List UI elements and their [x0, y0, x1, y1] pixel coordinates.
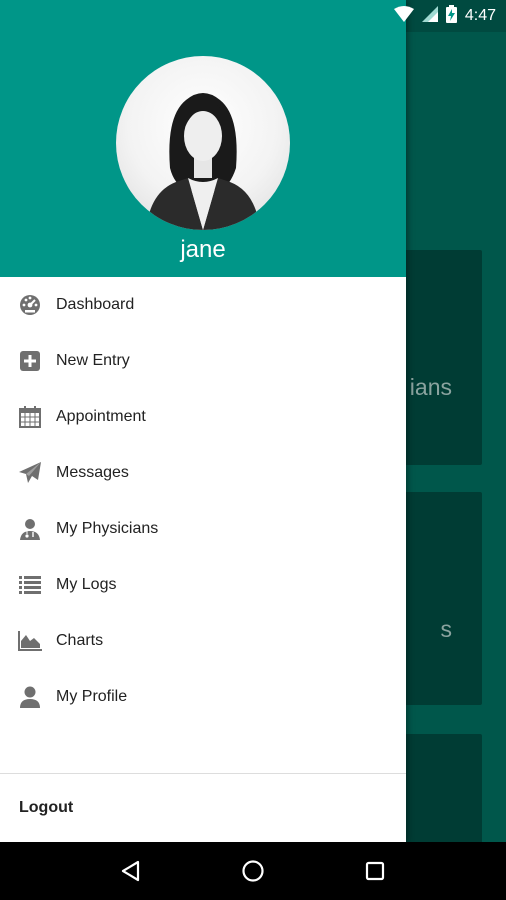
list-icon: [18, 573, 42, 597]
drawer-header: jane: [0, 0, 406, 277]
avatar[interactable]: [116, 56, 290, 230]
logout-button[interactable]: Logout: [19, 799, 73, 817]
menu-item-label: Dashboard: [56, 296, 135, 313]
calendar-icon: [18, 405, 42, 429]
clock-time: 4:47: [464, 7, 496, 24]
dashboard-icon: [18, 293, 42, 317]
menu-item-my-physicians[interactable]: My Physicians: [0, 501, 406, 557]
drawer-menu: Dashboard New Entry Appointment Messages…: [0, 277, 406, 725]
navigation-drawer: jane Dashboard New Entry Appointment Mes…: [0, 0, 406, 842]
menu-item-messages[interactable]: Messages: [0, 445, 406, 501]
menu-item-label: My Profile: [56, 688, 128, 705]
menu-item-label: Charts: [56, 632, 104, 649]
background-card-text: s: [440, 616, 453, 642]
recents-icon[interactable]: [355, 851, 395, 891]
menu-item-new-entry[interactable]: New Entry: [0, 333, 406, 389]
menu-item-my-logs[interactable]: My Logs: [0, 557, 406, 613]
user-icon: [18, 685, 42, 709]
home-icon[interactable]: [233, 851, 273, 891]
signal-icon: [421, 5, 438, 27]
menu-item-appointment[interactable]: Appointment: [0, 389, 406, 445]
doctor-icon: [18, 517, 42, 541]
send-icon: [18, 461, 42, 485]
background-card-text: ians: [409, 374, 452, 400]
menu-item-dashboard[interactable]: Dashboard: [0, 277, 406, 333]
menu-item-my-profile[interactable]: My Profile: [0, 669, 406, 725]
menu-item-label: Messages: [56, 464, 129, 481]
status-bar: 4:47: [0, 0, 506, 32]
menu-item-label: My Physicians: [56, 520, 159, 537]
wifi-icon: [393, 5, 414, 27]
system-nav-bar: [0, 842, 506, 900]
username: jane: [180, 236, 226, 263]
menu-item-label: My Logs: [56, 576, 117, 593]
divider: [0, 773, 406, 774]
back-icon[interactable]: [111, 851, 151, 891]
plus-box-icon: [18, 349, 42, 373]
menu-item-label: Appointment: [56, 408, 146, 425]
area-chart-icon: [18, 629, 42, 653]
battery-charging-icon: [445, 4, 457, 28]
menu-item-label: New Entry: [56, 352, 130, 369]
menu-item-charts[interactable]: Charts: [0, 613, 406, 669]
